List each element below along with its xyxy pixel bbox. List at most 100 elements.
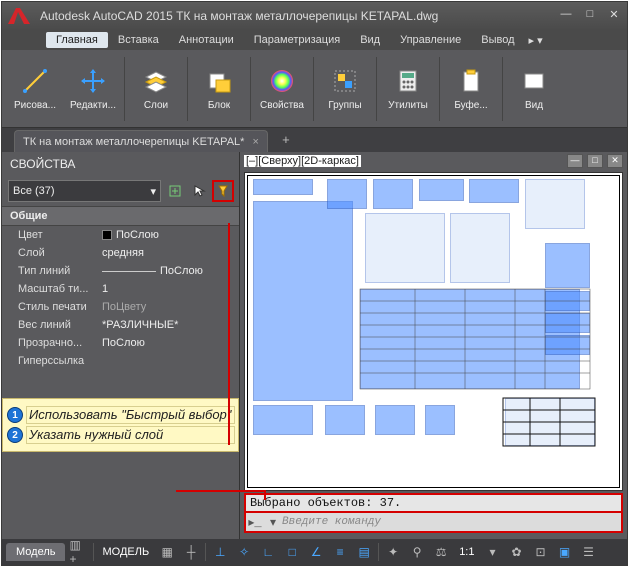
document-tab-label: ТК на монтаж металлочерепицы KETAPAL* xyxy=(23,136,244,148)
tab-annotations[interactable]: Аннотации xyxy=(169,32,244,48)
move-icon xyxy=(78,66,108,96)
tab-view[interactable]: Вид xyxy=(350,32,390,48)
prop-row-color[interactable]: ЦветПоСлою xyxy=(2,226,239,244)
gear-icon[interactable]: ✿ xyxy=(506,542,526,562)
toggle-1-icon[interactable]: ┼ xyxy=(181,542,201,562)
prop-row-transparency[interactable]: Прозрачно...ПоСлою xyxy=(2,334,239,352)
new-tab-button[interactable]: + xyxy=(274,132,298,152)
ribbon-panel: Рисова... Редакти... Слои Блок Свойства … xyxy=(2,50,627,128)
command-caret-icon: ▾ xyxy=(264,515,282,530)
properties-icon xyxy=(267,66,297,96)
ribbon-groups-button[interactable]: Группы xyxy=(316,53,374,125)
vp-close-button[interactable]: ✕ xyxy=(607,154,623,168)
vp-min-button[interactable]: — xyxy=(567,154,583,168)
monitor-icon[interactable]: ▣ xyxy=(554,542,574,562)
line-icon xyxy=(20,66,50,96)
workspace: СВОЙСТВА Все (37)▾ Общие ЦветПоСлою Слой… xyxy=(2,152,627,539)
selection-dropdown[interactable]: Все (37)▾ xyxy=(8,180,161,202)
otrack-icon[interactable]: ∠ xyxy=(306,542,326,562)
window-title: Autodesk AutoCAD 2015 ТК на монтаж метал… xyxy=(40,9,557,23)
ribbon-clipboard-button[interactable]: Буфе... xyxy=(442,53,500,125)
ribbon-layers-button[interactable]: Слои xyxy=(127,53,185,125)
minimize-button[interactable]: — xyxy=(557,8,575,24)
note-text-2: Указать нужный слой xyxy=(27,427,234,443)
properties-toolbar: Все (37)▾ xyxy=(2,176,239,206)
tab-main[interactable]: Главная xyxy=(46,32,108,48)
quick-select-button[interactable] xyxy=(213,181,233,201)
tab-output[interactable]: Вывод xyxy=(471,32,524,48)
block-icon xyxy=(204,66,234,96)
ribbon-draw-button[interactable]: Рисова... xyxy=(6,53,64,125)
select-objects-button[interactable] xyxy=(189,181,209,201)
drawing-canvas[interactable] xyxy=(244,172,623,491)
ribbon-tabs: Главная Вставка Аннотации Параметризация… xyxy=(2,30,627,50)
ribbon-view-button[interactable]: Вид xyxy=(505,53,563,125)
annoscale-icon[interactable]: ⚲ xyxy=(407,542,427,562)
drawing-area: [–][Сверху][2D-каркас] — □ ✕ xyxy=(240,152,627,539)
layout-add-icon[interactable]: ▥ + xyxy=(69,542,89,562)
prop-row-plotstyle[interactable]: Стиль печатиПоЦвету xyxy=(2,298,239,316)
scale-label[interactable]: 1:1 xyxy=(455,546,478,558)
osnap-icon[interactable]: □ xyxy=(282,542,302,562)
scale-dd-icon[interactable]: ▾ xyxy=(482,542,502,562)
properties-title: СВОЙСТВА xyxy=(2,152,239,176)
status-bar: Модель ▥ + МОДЕЛЬ ▦ ┼ ⊥ ✧ ∟ □ ∠ ≡ ▤ ✦ ⚲ … xyxy=(2,539,627,565)
ribbon-block-button[interactable]: Блок xyxy=(190,53,248,125)
command-input-row[interactable]: ▸_ ▾ Введите команду xyxy=(244,513,623,533)
snap-icon[interactable]: ⊥ xyxy=(210,542,230,562)
tab-parametrization[interactable]: Параметризация xyxy=(244,32,350,48)
ortho-icon[interactable]: ∟ xyxy=(258,542,278,562)
prop-row-linetype[interactable]: Тип линийПоСлою xyxy=(2,262,239,280)
prop-row-hyperlink[interactable]: Гиперссылка xyxy=(2,352,239,370)
command-line-area: Выбрано объектов: 37. ▸_ ▾ Введите коман… xyxy=(244,493,623,537)
note-badge-2: 2 xyxy=(7,427,23,443)
model-tab[interactable]: Модель xyxy=(6,543,65,561)
polar-icon[interactable]: ✧ xyxy=(234,542,254,562)
vp-max-button[interactable]: □ xyxy=(587,154,603,168)
annovis-icon[interactable]: ⚖ xyxy=(431,542,451,562)
command-input[interactable]: Введите команду xyxy=(282,516,621,528)
toggle-pickadd-button[interactable] xyxy=(165,181,185,201)
ws-icon[interactable]: ⊡ xyxy=(530,542,550,562)
prop-row-lineweight[interactable]: Вес линий*РАЗЛИЧНЫЕ* xyxy=(2,316,239,334)
grid-icon[interactable]: ▦ xyxy=(157,542,177,562)
layers-icon xyxy=(141,66,171,96)
ribbon-properties-button[interactable]: Свойства xyxy=(253,53,311,125)
ribbon-edit-button[interactable]: Редакти... xyxy=(64,53,122,125)
chevron-down-icon: ▾ xyxy=(150,185,156,198)
annotation-arrow-1 xyxy=(228,223,230,445)
command-prompt-icon: ▸_ xyxy=(246,515,264,530)
document-tab[interactable]: ТК на монтаж металлочерепицы KETAPAL* × xyxy=(14,130,268,152)
properties-panel: СВОЙСТВА Все (37)▾ Общие ЦветПоСлою Слой… xyxy=(2,152,240,539)
properties-grid: ЦветПоСлою Слойсредняя Тип линийПоСлою М… xyxy=(2,226,239,370)
tab-manage[interactable]: Управление xyxy=(390,32,471,48)
close-button[interactable]: ✕ xyxy=(605,8,623,24)
note-badge-1: 1 xyxy=(7,407,23,423)
section-general: Общие xyxy=(2,206,239,226)
viewport-controls-label[interactable]: [–][Сверху][2D-каркас] xyxy=(244,155,361,167)
tab-close-icon[interactable]: × xyxy=(252,136,258,148)
clipboard-icon xyxy=(456,66,486,96)
annotation-arrow-2 xyxy=(176,490,266,492)
view-icon xyxy=(519,66,549,96)
clean-icon[interactable]: ☰ xyxy=(578,542,598,562)
prop-row-ltscale[interactable]: Масштаб ти...1 xyxy=(2,280,239,298)
groups-icon xyxy=(330,66,360,96)
tab-insert[interactable]: Вставка xyxy=(108,32,169,48)
titlebar: Autodesk AutoCAD 2015 ТК на монтаж метал… xyxy=(2,2,627,30)
tabs-overflow-icon[interactable]: ▸ ▾ xyxy=(529,34,543,47)
transparency-icon[interactable]: ▤ xyxy=(354,542,374,562)
lineweight-icon[interactable]: ≡ xyxy=(330,542,350,562)
sc-icon[interactable]: ✦ xyxy=(383,542,403,562)
color-swatch-icon xyxy=(102,230,112,240)
space-indicator[interactable]: МОДЕЛЬ xyxy=(98,546,153,558)
app-window: Autodesk AutoCAD 2015 ТК на монтаж метал… xyxy=(1,1,628,566)
command-history-line: Выбрано объектов: 37. xyxy=(244,493,623,513)
document-tabs: ТК на монтаж металлочерепицы KETAPAL* × … xyxy=(2,128,627,152)
maximize-button[interactable]: □ xyxy=(581,8,599,24)
viewport-header: [–][Сверху][2D-каркас] — □ ✕ xyxy=(240,152,627,170)
note-text-1: Использовать "Быстрый выбор" xyxy=(27,407,234,423)
prop-row-layer[interactable]: Слойсредняя xyxy=(2,244,239,262)
ribbon-utils-button[interactable]: Утилиты xyxy=(379,53,437,125)
calc-icon xyxy=(393,66,423,96)
